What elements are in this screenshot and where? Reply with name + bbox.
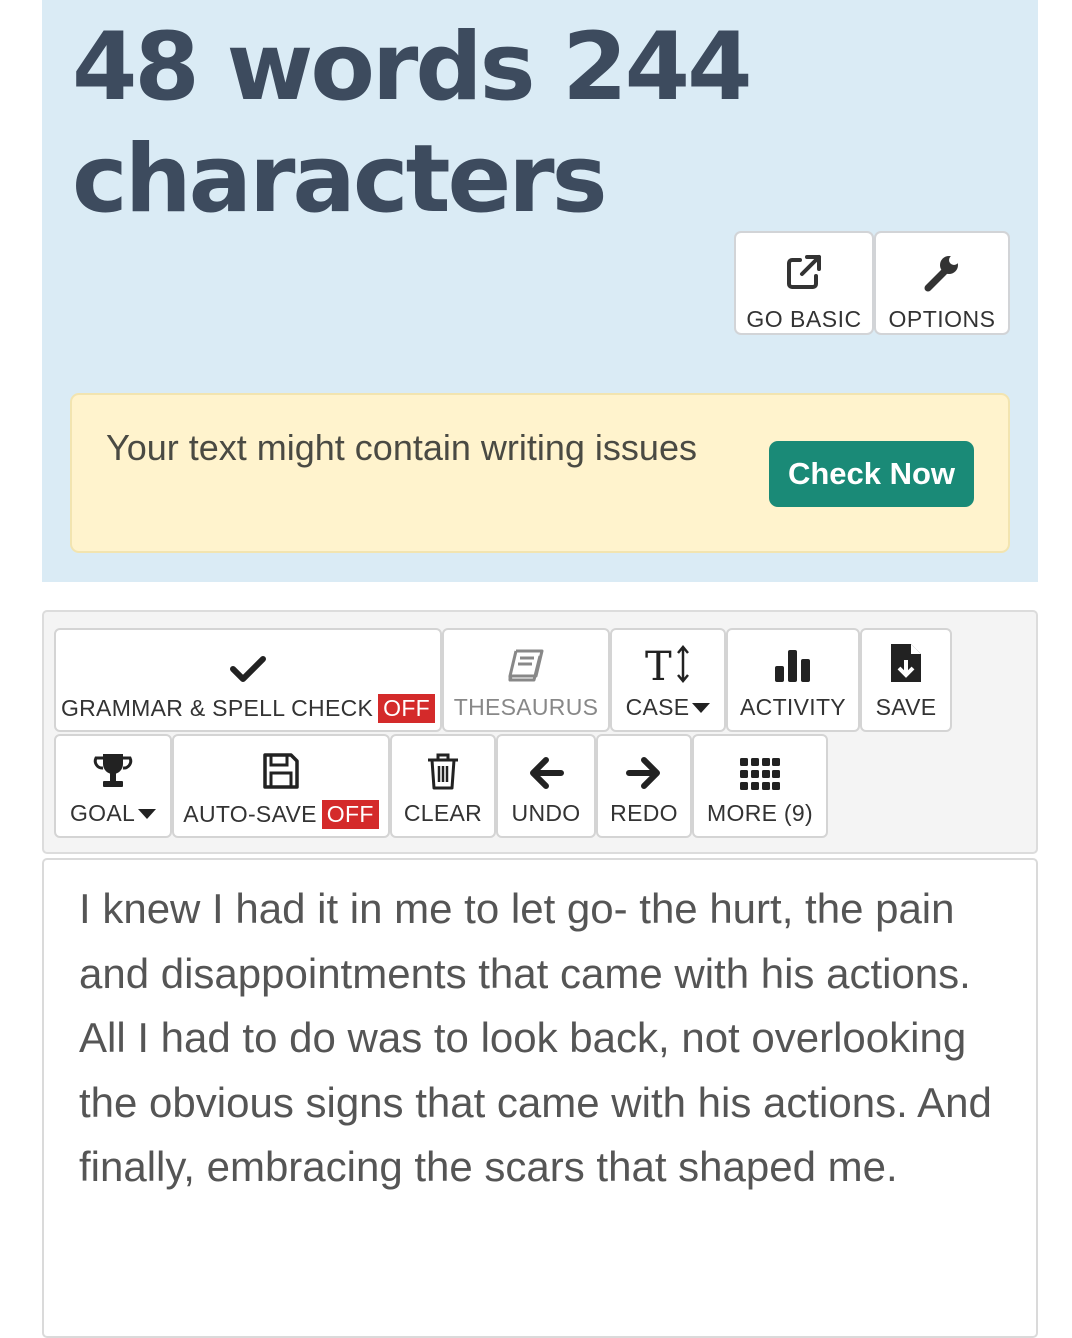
- file-download-icon: [889, 630, 923, 684]
- undo-button[interactable]: UNDO: [496, 734, 596, 838]
- check-now-button[interactable]: Check Now: [769, 441, 974, 507]
- auto-save-off-badge: OFF: [321, 800, 379, 829]
- editor-toolbar: GRAMMAR & SPELL CHECK OFF THESAURUS T CA…: [42, 610, 1038, 854]
- grammar-spell-check-button[interactable]: GRAMMAR & SPELL CHECK OFF: [54, 628, 442, 732]
- save-label: SAVE: [875, 694, 937, 720]
- top-button-group: GO BASIC OPTIONS: [734, 231, 1010, 335]
- trash-icon: [426, 736, 460, 790]
- checkmark-icon: [229, 630, 267, 684]
- goal-caret-icon: [138, 808, 157, 819]
- goal-label: GOAL: [69, 800, 136, 826]
- thesaurus-label: THESAURUS: [453, 694, 599, 720]
- editor-content[interactable]: I knew I had it in me to let go- the hur…: [79, 877, 1009, 1200]
- activity-button[interactable]: ACTIVITY: [726, 628, 860, 732]
- more-label: MORE (9): [707, 800, 813, 826]
- activity-label: ACTIVITY: [740, 694, 846, 720]
- toolbar-row-1: GRAMMAR & SPELL CHECK OFF THESAURUS T CA…: [54, 628, 952, 732]
- book-icon: [506, 630, 546, 684]
- trophy-icon: [93, 736, 133, 790]
- clear-button[interactable]: CLEAR: [390, 734, 496, 838]
- grammar-label: GRAMMAR & SPELL CHECK: [60, 695, 374, 721]
- bar-chart-icon: [773, 630, 813, 684]
- notice-text: Your text might contain writing issues: [106, 427, 697, 468]
- go-basic-button[interactable]: GO BASIC: [734, 231, 874, 335]
- auto-save-button[interactable]: AUTO-SAVE OFF: [172, 734, 390, 838]
- goal-button[interactable]: GOAL: [54, 734, 172, 838]
- redo-button[interactable]: REDO: [596, 734, 692, 838]
- go-basic-label: GO BASIC: [746, 306, 862, 332]
- floppy-disk-icon: [262, 736, 300, 790]
- writing-issues-notice: Your text might contain writing issues C…: [70, 393, 1010, 553]
- wrench-icon: [922, 233, 962, 292]
- svg-text:T: T: [645, 644, 672, 684]
- toolbar-row-2: GOAL AUTO-SAVE OFF CLEAR UNDO REDO MORE …: [54, 734, 828, 838]
- grammar-off-badge: OFF: [378, 694, 436, 723]
- arrow-left-icon: [528, 736, 564, 790]
- text-editor[interactable]: I knew I had it in me to let go- the hur…: [42, 858, 1038, 1338]
- save-button[interactable]: SAVE: [860, 628, 952, 732]
- thesaurus-button[interactable]: THESAURUS: [442, 628, 610, 732]
- case-caret-icon: [692, 702, 711, 713]
- case-label: CASE: [625, 694, 690, 720]
- stats-panel: 48 words 244 characters GO BASIC OPTIONS…: [42, 0, 1038, 582]
- arrow-right-icon: [626, 736, 662, 790]
- options-button[interactable]: OPTIONS: [874, 231, 1010, 335]
- options-label: OPTIONS: [888, 306, 996, 332]
- redo-label: REDO: [610, 800, 678, 826]
- undo-label: UNDO: [511, 800, 581, 826]
- external-link-icon: [784, 233, 824, 292]
- word-count-headline: 48 words 244 characters: [72, 13, 753, 234]
- case-button[interactable]: T CASE: [610, 628, 726, 732]
- auto-save-label: AUTO-SAVE: [183, 801, 317, 827]
- clear-label: CLEAR: [403, 800, 483, 826]
- text-height-icon: T: [645, 630, 691, 684]
- grid-icon: [740, 736, 780, 790]
- more-button[interactable]: MORE (9): [692, 734, 828, 838]
